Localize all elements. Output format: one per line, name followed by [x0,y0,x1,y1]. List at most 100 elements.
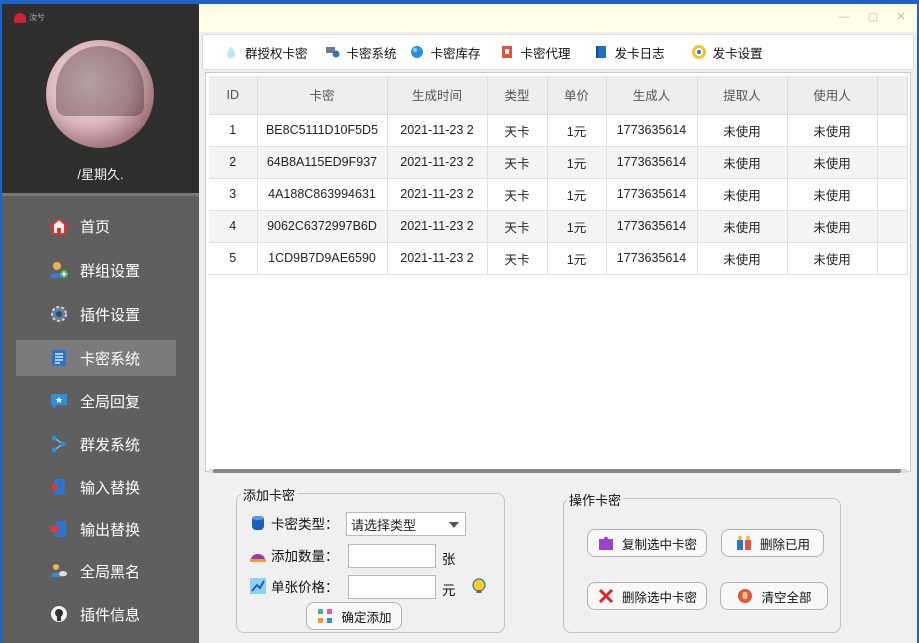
column-header[interactable]: 卡密 [257,76,388,115]
label-text: 卡密类型： [271,517,339,532]
sidebar-item-plugin-info[interactable]: 插件信息 [16,596,176,632]
close-icon[interactable]: ✕ [895,11,907,23]
table-cell: 1773635614 [606,242,698,275]
avatar[interactable] [46,40,154,148]
sidebar-item-output-replace[interactable]: 输出替换 [16,511,176,547]
close-icon [597,587,615,605]
sidebar-item-input-replace[interactable]: 输入替换 [16,469,176,505]
table-row[interactable]: 2 64B8A115ED9F937 2021-11-23 2 天卡 1元 177… [209,146,908,179]
clear-all-button[interactable]: 清空全部 [720,582,828,610]
button-label: 复制选中卡密 [621,537,697,552]
button-label: 删除选中卡密 [621,590,697,605]
card-type-label: 卡密类型： [249,511,339,535]
tab-card-log[interactable]: 发卡日志 [593,37,665,67]
copy-selected-button[interactable]: 复制选中卡密 [587,529,707,557]
table-cell: 2021-11-23 2 [387,114,488,147]
table-cell: 1元 [547,146,607,179]
sidebar-item-label: 全局黑名 [80,563,141,581]
sidebar-item-global-reply[interactable]: 全局回复 [16,383,176,419]
blacklist-icon [48,560,70,582]
stop-hand-icon [736,587,754,605]
column-header[interactable]: 单价 [547,76,607,115]
table-cell: 2 [209,146,258,179]
table-cell: 2021-11-23 2 [387,146,488,179]
column-header[interactable]: ID [209,76,258,115]
tab-label: 发卡设置 [712,46,763,61]
sidebar-item-plugin-settings[interactable]: 插件设置 [16,296,176,332]
sidebar-item-card-system[interactable]: 卡密系统 [16,340,176,376]
card-type-select[interactable]: 请选择类型 [346,512,466,536]
table-cell: 64B8A115ED9F937 [257,146,388,179]
sidebar-item-label: 卡密系统 [80,350,141,368]
scrollbar-thumb[interactable] [213,469,901,473]
table-cell: 未使用 [697,242,788,275]
sidebar: 汝兮 /星期久. 首页 群组设置 插件设置 卡密系统 全局回复 群发系统 输入替… [2,4,199,643]
bell-icon [249,546,267,564]
column-header[interactable]: 类型 [487,76,548,115]
sidebar-item-home[interactable]: 首页 [16,208,176,244]
group-title: 添加卡密 [241,485,298,504]
confirm-add-button[interactable]: 确定添加 [306,602,402,630]
puzzle-icon [597,534,615,552]
unit-price-input[interactable] [348,575,436,599]
maximize-icon[interactable]: ▢ [867,11,879,23]
table-row[interactable]: 3 4A188C863994631 2021-11-23 2 天卡 1元 177… [209,178,908,211]
column-header[interactable]: 生成时间 [387,76,488,115]
share-icon [48,433,70,455]
column-header[interactable]: 提取人 [697,76,788,115]
tab-card-inventory[interactable]: 卡密库存 [409,37,481,67]
table-row[interactable]: 4 9062C6372997B6D 2021-11-23 2 天卡 1元 177… [209,210,908,243]
main-panel: — ▢ ✕ 群授权卡密 卡密系统 卡密库存 卡密代理 发卡日志 发卡设置 ID … [199,4,917,643]
chat-icon [48,390,70,412]
minimize-icon[interactable]: — [838,11,850,23]
home-icon [48,215,70,237]
title-bar: — ▢ ✕ [199,4,917,32]
delete-selected-button[interactable]: 删除选中卡密 [587,582,707,610]
sidebar-item-group-settings[interactable]: 群组设置 [16,252,176,288]
github-icon [48,603,70,625]
agent-icon [499,44,515,60]
column-header[interactable]: 生成人 [606,76,698,115]
table-cell: BE8C5111D10F5D5 [257,114,388,147]
table-row[interactable]: 1 BE8C5111D10F5D5 2021-11-23 2 天卡 1元 177… [209,114,908,147]
table-cell: 1 [209,114,258,147]
sidebar-item-broadcast[interactable]: 群发系统 [16,426,176,462]
table-cell: 未使用 [787,146,878,179]
button-label: 清空全部 [761,590,812,605]
table-cell: 未使用 [697,210,788,243]
group-title: 操作卡密 [567,490,624,509]
users-icon [48,259,70,281]
key-system-icon [325,44,341,60]
tab-card-settings[interactable]: 发卡设置 [691,37,763,67]
table-cell: 5 [209,242,258,275]
table-cell: 2021-11-23 2 [387,210,488,243]
column-header[interactable]: 使用人 [787,76,878,115]
app-logo: 汝兮 [14,12,45,23]
book-icon [593,44,609,60]
label-text: 添加数量： [271,549,339,564]
horizontal-scrollbar[interactable] [209,469,907,473]
add-card-group: 添加卡密 卡密类型： 请选择类型 添加数量： 张 单张价格： 元 确定添加 [236,485,505,633]
delete-used-button[interactable]: 删除已用 [721,529,824,557]
settings-ring-icon [691,44,707,60]
sidebar-item-label: 输入替换 [80,479,141,497]
table-row[interactable]: 5 1CD9B7D9AE6590 2021-11-23 2 天卡 1元 1773… [209,242,908,275]
sidebar-item-global-blacklist[interactable]: 全局黑名 [16,553,176,589]
lightbulb-icon [470,577,488,595]
tab-label: 群授权卡密 [245,46,308,61]
tab-card-agent[interactable]: 卡密代理 [499,37,571,67]
button-label: 确定添加 [341,610,392,625]
table-cell: 未使用 [697,114,788,147]
add-count-input[interactable] [348,544,436,568]
tab-card-system[interactable]: 卡密系统 [325,37,397,67]
chevron-down-icon [449,522,459,528]
tab-group-auth-card[interactable]: 群授权卡密 [223,37,308,67]
label-text: 单张价格： [271,580,339,595]
table-cell: 9062C6372997B6D [257,210,388,243]
database-icon [249,514,267,532]
button-label: 删除已用 [759,537,810,552]
table-header-row: ID 卡密 生成时间 类型 单价 生成人 提取人 使用人 [209,76,908,115]
table-cell: 未使用 [787,242,878,275]
username: /星期久. [77,167,124,182]
table-cell: 1CD9B7D9AE6590 [257,242,388,275]
